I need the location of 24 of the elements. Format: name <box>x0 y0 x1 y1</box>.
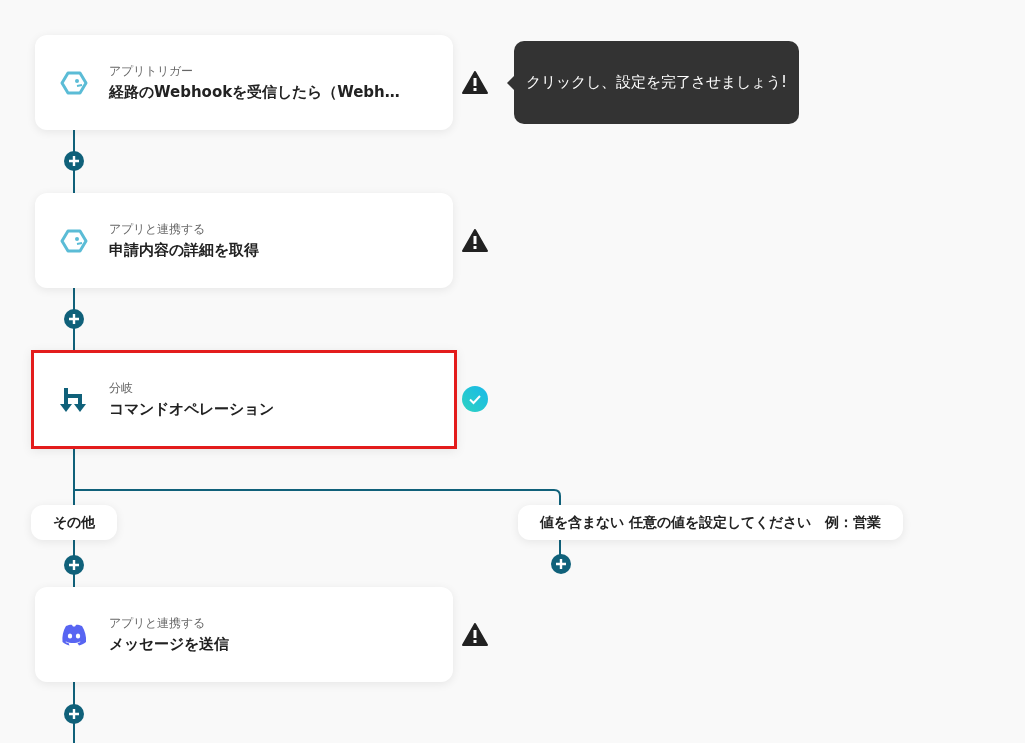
add-step-button[interactable] <box>64 309 84 329</box>
app-logo-icon <box>60 228 88 253</box>
step-title: 申請内容の詳細を取得 <box>109 241 259 260</box>
step-card[interactable]: アプリと連携する メッセージを送信 <box>35 587 453 682</box>
step-card[interactable]: アプリトリガー 経路のWebhookを受信したら（Webh… <box>35 35 453 130</box>
step-category: アプリと連携する <box>109 221 206 238</box>
branch-arrows-icon <box>60 385 88 414</box>
step-title: 経路のWebhookを受信したら（Webh… <box>109 83 400 102</box>
step-category: アプリと連携する <box>109 615 206 632</box>
hint-tooltip: クリックし、設定を完了させましょう! <box>507 41 799 124</box>
step-category: 分岐 <box>109 380 134 397</box>
branch-condition-label[interactable]: その他 <box>31 505 117 540</box>
step-category: アプリトリガー <box>109 63 194 80</box>
add-step-button[interactable] <box>64 151 84 171</box>
step-card[interactable]: アプリと連携する 申請内容の詳細を取得 <box>35 193 453 288</box>
branch-condition-label[interactable]: 値を含まない 任意の値を設定してください 例：営業 <box>518 505 903 540</box>
add-step-button[interactable] <box>551 554 571 574</box>
step-card[interactable]: 分岐 コマンドオペレーション <box>31 350 457 449</box>
app-logo-icon <box>60 70 88 95</box>
add-step-button[interactable] <box>64 555 84 575</box>
add-step-button[interactable] <box>64 704 84 724</box>
step-title: コマンドオペレーション <box>109 400 274 419</box>
step-title: メッセージを送信 <box>109 635 229 654</box>
chat-app-logo-icon <box>60 623 88 646</box>
